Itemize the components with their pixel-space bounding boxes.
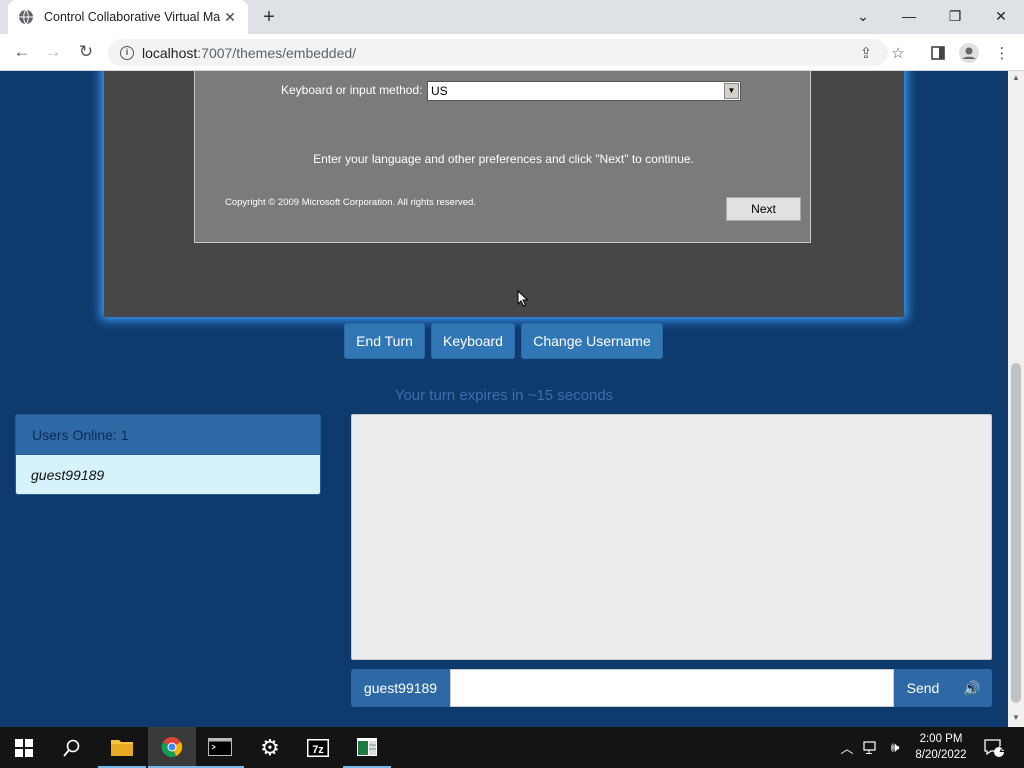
back-button[interactable]: ← [9, 40, 35, 64]
turn-status: Your turn expires in ~15 seconds [394, 387, 614, 404]
users-panel: Users Online: 1 guest99189 [15, 414, 321, 495]
windows-setup-dialog: Keyboard or input method: US ▼ Enter you… [194, 71, 811, 243]
scroll-down-arrow-icon[interactable]: ▼ [1008, 713, 1024, 725]
scrollbar-thumb[interactable] [1011, 363, 1021, 703]
chrome-taskbar-button[interactable] [148, 727, 196, 768]
end-turn-button[interactable]: End Turn [344, 323, 425, 359]
change-username-button[interactable]: Change Username [521, 323, 663, 359]
folder-icon [111, 739, 133, 756]
browser-toolbar: ← → ↻ i localhost:7007/themes/embedded/ … [0, 34, 1024, 71]
start-button[interactable] [0, 727, 48, 768]
search-icon [63, 739, 80, 757]
send-button[interactable]: Send [894, 669, 952, 707]
page-scrollbar[interactable]: ▲ ▼ [1008, 71, 1024, 727]
browser-tab[interactable]: Control Collaborative Virtual Ma ✕ [8, 0, 248, 34]
tab-search-icon[interactable]: ⌄ [840, 0, 886, 32]
new-tab-button[interactable]: + [258, 6, 280, 28]
network-icon[interactable] [860, 727, 882, 768]
volume-icon[interactable]: 🔊 [952, 669, 992, 707]
close-tab-icon[interactable]: ✕ [222, 9, 238, 25]
browser-menu-icon[interactable]: ⋮ [991, 42, 1013, 64]
users-online-header: Users Online: 1 [16, 415, 320, 455]
file-explorer-button[interactable] [98, 727, 146, 768]
volume-tray-icon[interactable]: 🕪 [884, 727, 906, 768]
spreadsheet-icon [357, 737, 377, 756]
clock-date: 8/20/2022 [915, 749, 967, 761]
taskbar-clock[interactable]: 2:00 PM 8/20/2022 [910, 731, 972, 763]
settings-button[interactable]: ⚙ [246, 727, 294, 768]
url-path: :7007/themes/embedded/ [197, 44, 357, 61]
copyright-text: Copyright © 2009 Microsoft Corporation. … [225, 197, 476, 208]
show-hidden-icons-icon[interactable]: ︿ [838, 727, 856, 768]
bookmark-star-icon[interactable]: ☆ [887, 42, 909, 64]
url-host: localhost [142, 44, 198, 61]
minimize-button[interactable]: — [886, 0, 932, 32]
search-button[interactable] [48, 727, 96, 768]
clock-time: 2:00 PM [919, 733, 963, 745]
reload-button[interactable]: ↻ [73, 40, 99, 64]
vm-screen[interactable]: Keyboard or input method: US ▼ Enter you… [104, 71, 904, 317]
restore-button[interactable]: ❐ [932, 0, 978, 32]
tab-title: Control Collaborative Virtual Ma [44, 10, 221, 24]
chat-input-row: guest99189 Send 🔊 [351, 669, 992, 707]
chrome-icon [161, 736, 183, 757]
dropdown-arrow-icon[interactable]: ▼ [724, 83, 739, 99]
keyboard-button[interactable]: Keyboard [431, 323, 515, 359]
chat-log [351, 414, 992, 660]
setup-instruction: Enter your language and other preference… [313, 152, 694, 166]
chat-message-input[interactable] [450, 669, 894, 707]
chat-username-badge: guest99189 [351, 669, 450, 707]
windows-taskbar: ⚙ 7z ︿ 🕪 2:00 PM 8/20/2022 2 [0, 727, 1024, 768]
vm-controls: End Turn Keyboard Change Username [0, 323, 1008, 359]
next-button[interactable]: Next [726, 197, 801, 221]
notification-center-icon[interactable]: 2 [980, 727, 1008, 768]
site-info-icon[interactable]: i [120, 45, 134, 60]
side-panel-icon[interactable] [927, 42, 949, 64]
spreadsheet-app-button[interactable] [343, 727, 391, 768]
forward-button[interactable]: → [40, 40, 66, 64]
gear-icon: ⚙ [260, 734, 280, 760]
windows-logo-icon [15, 738, 33, 757]
notification-count-badge: 2 [999, 744, 1005, 754]
user-list-item[interactable]: guest99189 [16, 455, 320, 494]
terminal-icon [208, 737, 232, 756]
mouse-cursor-icon [517, 290, 529, 307]
keyboard-method-select[interactable]: US ▼ [427, 81, 741, 101]
svg-text:7z: 7z [312, 744, 324, 756]
address-bar[interactable]: i localhost:7007/themes/embedded/ [108, 39, 888, 66]
share-icon[interactable]: ⇪ [855, 42, 877, 64]
scroll-up-arrow-icon[interactable]: ▲ [1008, 73, 1024, 85]
keyboard-method-value: US [431, 84, 448, 98]
browser-tab-strip: Control Collaborative Virtual Ma ✕ + ⌄ —… [0, 0, 1024, 34]
page-content: Keyboard or input method: US ▼ Enter you… [0, 71, 1008, 727]
terminal-button[interactable] [196, 727, 244, 768]
close-window-button[interactable]: ✕ [978, 0, 1024, 32]
7zip-icon: 7z [307, 738, 329, 757]
profile-avatar-icon[interactable] [958, 42, 980, 64]
7zip-button[interactable]: 7z [294, 727, 342, 768]
keyboard-method-label: Keyboard or input method: [281, 83, 423, 97]
globe-icon [19, 9, 33, 25]
